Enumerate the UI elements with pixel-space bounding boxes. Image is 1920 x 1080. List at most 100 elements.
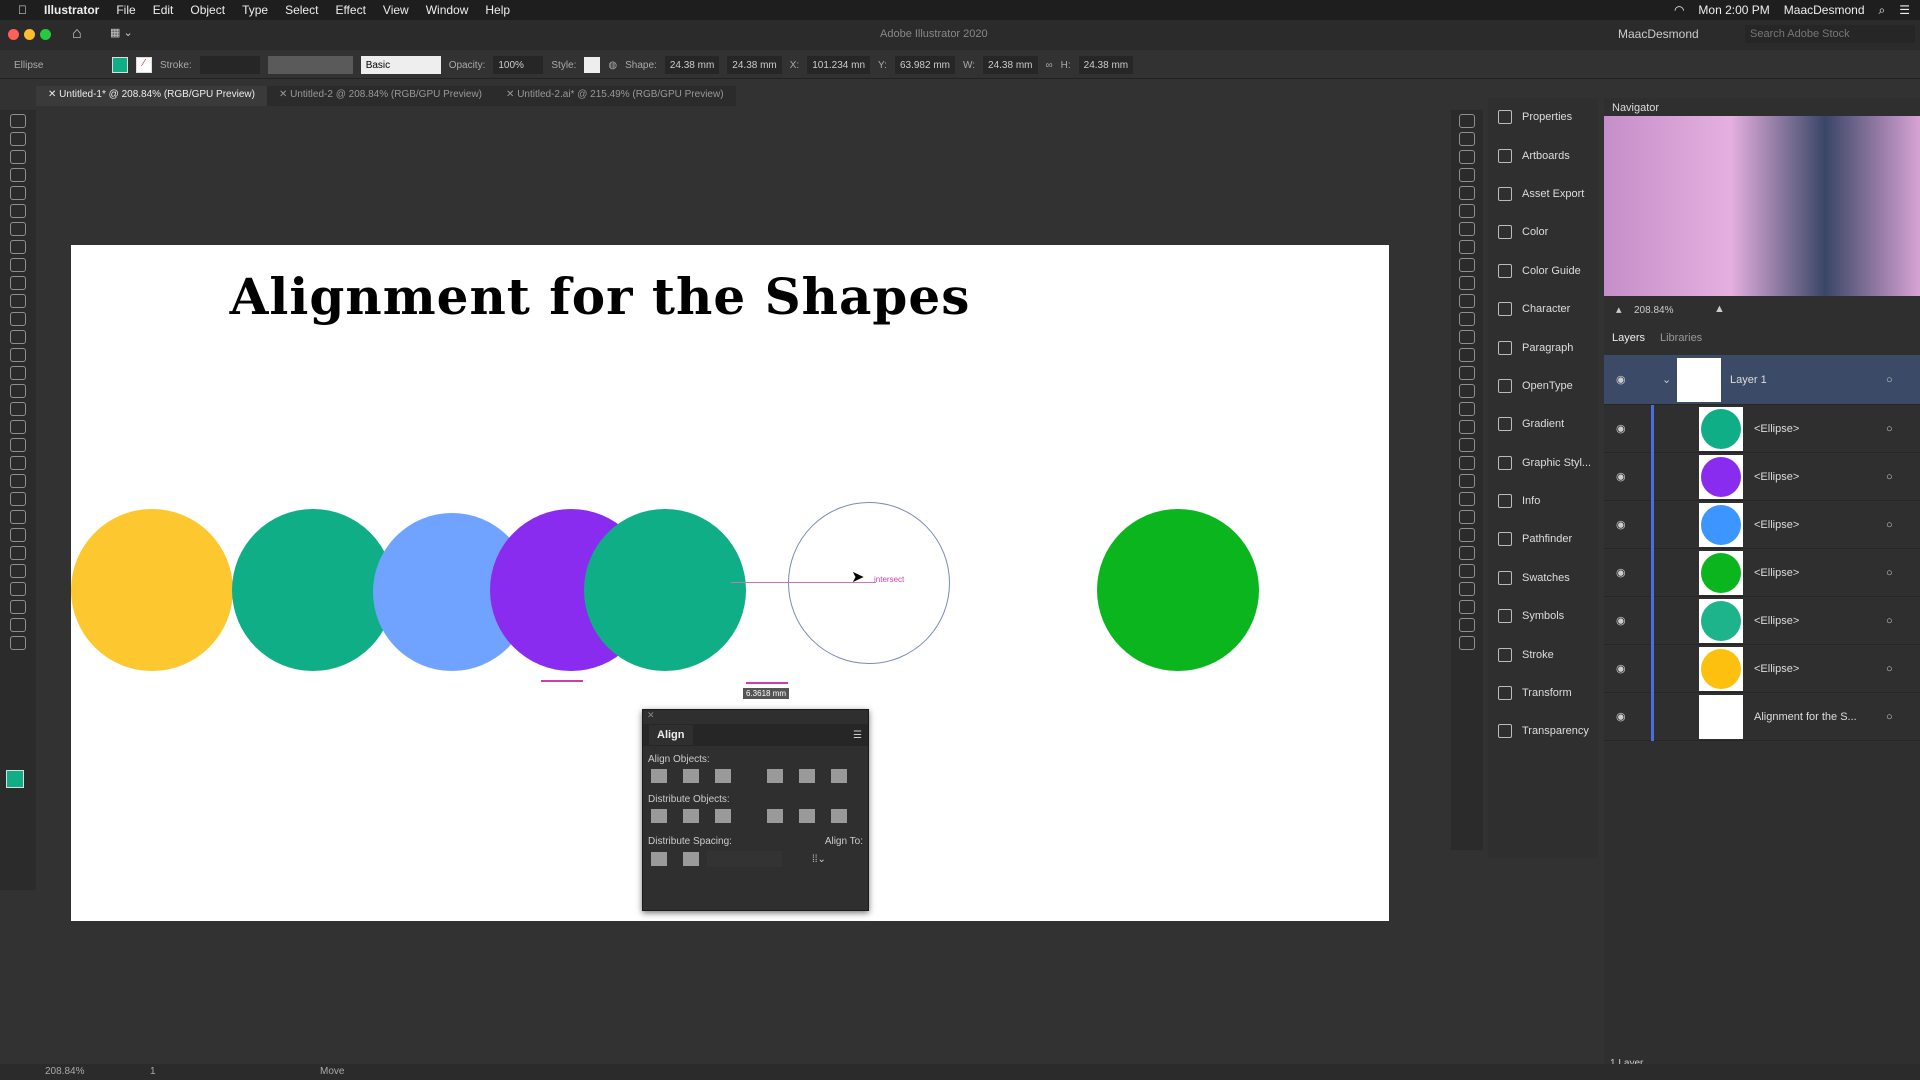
tool-icon[interactable] <box>1459 438 1475 452</box>
tool-icon[interactable] <box>10 258 26 272</box>
layer-sublayer-row[interactable]: ◉ <Ellipse> ○ <box>1604 549 1920 597</box>
sublayer-name[interactable]: <Ellipse> <box>1754 471 1799 483</box>
tool-icon[interactable] <box>10 186 26 200</box>
sublayer-name[interactable]: <Ellipse> <box>1754 519 1799 531</box>
tool-icon[interactable] <box>1459 312 1475 326</box>
stock-search-input[interactable]: Search Adobe Stock <box>1745 25 1915 43</box>
spacing-input[interactable] <box>707 851 782 867</box>
tool-icon[interactable] <box>10 492 26 506</box>
menu-list-icon[interactable]: ☰ <box>1899 3 1910 17</box>
tool-icon[interactable] <box>1459 402 1475 416</box>
clock[interactable]: Mon 2:00 PM <box>1698 3 1769 17</box>
panel-item-symbols[interactable]: Symbols <box>1488 597 1598 635</box>
tool-icon[interactable] <box>10 456 26 470</box>
visibility-eye-icon[interactable]: ◉ <box>1616 614 1626 627</box>
tool-icon[interactable] <box>1459 258 1475 272</box>
visibility-eye-icon[interactable]: ◉ <box>1616 518 1626 531</box>
layer-sublayer-row[interactable]: ◉ <Ellipse> ○ <box>1604 453 1920 501</box>
tool-icon[interactable] <box>10 582 26 596</box>
layer-sublayer-row[interactable]: ◉ <Ellipse> ○ <box>1604 645 1920 693</box>
horizontal-spacing-icon[interactable] <box>683 852 699 866</box>
tool-icon[interactable] <box>1459 564 1475 578</box>
fill-swatch[interactable] <box>112 57 128 73</box>
layer-sublayer-row[interactable]: ◉ Alignment for the S... ○ <box>1604 693 1920 741</box>
panel-item-pathfinder[interactable]: Pathfinder <box>1488 520 1598 558</box>
tool-icon[interactable] <box>10 420 26 434</box>
menu-object[interactable]: Object <box>190 3 225 17</box>
target-icon[interactable]: ○ <box>1886 567 1893 579</box>
yellow-ellipse[interactable] <box>71 509 233 671</box>
tool-icon[interactable] <box>1459 384 1475 398</box>
tool-icon[interactable] <box>1459 132 1475 146</box>
tool-icon[interactable] <box>10 438 26 452</box>
distribute-hcenter-icon[interactable] <box>799 809 815 823</box>
tool-icon[interactable] <box>10 294 26 308</box>
menu-effect[interactable]: Effect <box>335 3 365 17</box>
tool-icon[interactable] <box>1459 150 1475 164</box>
zoom-in-icon[interactable]: ▲ <box>1714 303 1725 315</box>
menu-app[interactable]: Illustrator <box>44 3 99 17</box>
tool-icon[interactable] <box>1459 510 1475 524</box>
target-icon[interactable]: ○ <box>1886 615 1893 627</box>
tool-icon[interactable] <box>10 600 26 614</box>
visibility-eye-icon[interactable]: ◉ <box>1616 710 1626 723</box>
minimize-window-button[interactable] <box>24 29 35 40</box>
link-icon[interactable]: ∞ <box>1046 60 1053 71</box>
tool-icon[interactable] <box>1459 348 1475 362</box>
panel-item-color[interactable]: Color <box>1488 213 1598 251</box>
panel-item-graphic-styl-[interactable]: Graphic Styl... <box>1488 444 1598 482</box>
tab-untitled-1[interactable]: ✕ Untitled-1* @ 208.84% (RGB/GPU Preview… <box>36 86 267 106</box>
apple-icon[interactable]:  <box>18 3 27 17</box>
visibility-eye-icon[interactable]: ◉ <box>1616 662 1626 675</box>
layer-sublayer-row[interactable]: ◉ <Ellipse> ○ <box>1604 501 1920 549</box>
tool-icon[interactable] <box>1459 636 1475 650</box>
panel-item-character[interactable]: Character <box>1488 290 1598 328</box>
tab-untitled-2[interactable]: ✕ Untitled-2 @ 208.84% (RGB/GPU Preview) <box>266 86 495 106</box>
menu-select[interactable]: Select <box>285 3 318 17</box>
zoom-out-icon[interactable]: ▴ <box>1616 303 1622 316</box>
tool-icon[interactable] <box>1459 546 1475 560</box>
opacity-label[interactable]: Opacity: <box>449 60 486 71</box>
tool-icon[interactable] <box>10 618 26 632</box>
target-icon[interactable]: ○ <box>1886 423 1893 435</box>
panel-item-artboards[interactable]: Artboards <box>1488 136 1598 174</box>
align-right-icon[interactable] <box>715 769 731 783</box>
visibility-eye-icon[interactable]: ◉ <box>1616 470 1626 483</box>
sublayer-name[interactable]: <Ellipse> <box>1754 663 1799 675</box>
tool-icon[interactable] <box>1459 420 1475 434</box>
menu-type[interactable]: Type <box>242 3 268 17</box>
panel-item-properties[interactable]: Properties <box>1488 98 1598 136</box>
tool-icon[interactable] <box>1459 366 1475 380</box>
panel-menu-icon[interactable]: ☰ <box>853 730 862 741</box>
tool-icon[interactable] <box>1459 456 1475 470</box>
tool-icon[interactable] <box>1459 222 1475 236</box>
tool-icon[interactable] <box>10 312 26 326</box>
h-input[interactable]: 24.38 mm <box>1078 56 1134 74</box>
tool-icon[interactable] <box>10 384 26 398</box>
brush-dropdown[interactable]: Basic <box>360 56 441 74</box>
sublayer-name[interactable]: <Ellipse> <box>1754 423 1799 435</box>
tool-icon[interactable] <box>1459 240 1475 254</box>
distribute-right-icon[interactable] <box>831 809 847 823</box>
artboard-number-input[interactable]: 1 <box>150 1066 156 1077</box>
panel-item-info[interactable]: Info <box>1488 482 1598 520</box>
tool-icon[interactable] <box>1459 204 1475 218</box>
distribute-bottom-icon[interactable] <box>715 809 731 823</box>
w-input[interactable]: 24.38 mm <box>983 56 1038 74</box>
tool-icon[interactable] <box>10 330 26 344</box>
workspace-switcher-icon[interactable]: ▦ ⌄ <box>110 26 133 39</box>
recolor-icon[interactable]: ◍ <box>608 60 617 71</box>
stroke-weight-input[interactable] <box>199 56 260 74</box>
layer-row[interactable]: ◉ ⌄ Layer 1 ○ <box>1604 355 1920 405</box>
target-icon[interactable]: ○ <box>1886 471 1893 483</box>
target-icon[interactable]: ○ <box>1886 711 1893 723</box>
tool-icon[interactable] <box>1459 294 1475 308</box>
workspace-dropdown[interactable]: MaacDesmond <box>1618 27 1699 41</box>
tool-icon[interactable] <box>1459 582 1475 596</box>
align-left-icon[interactable] <box>651 769 667 783</box>
shape-width-input[interactable]: 24.38 mm <box>664 56 720 74</box>
distribute-top-icon[interactable] <box>651 809 667 823</box>
tool-icon[interactable] <box>10 546 26 560</box>
align-top-icon[interactable] <box>767 769 783 783</box>
tool-icon[interactable] <box>10 114 26 128</box>
